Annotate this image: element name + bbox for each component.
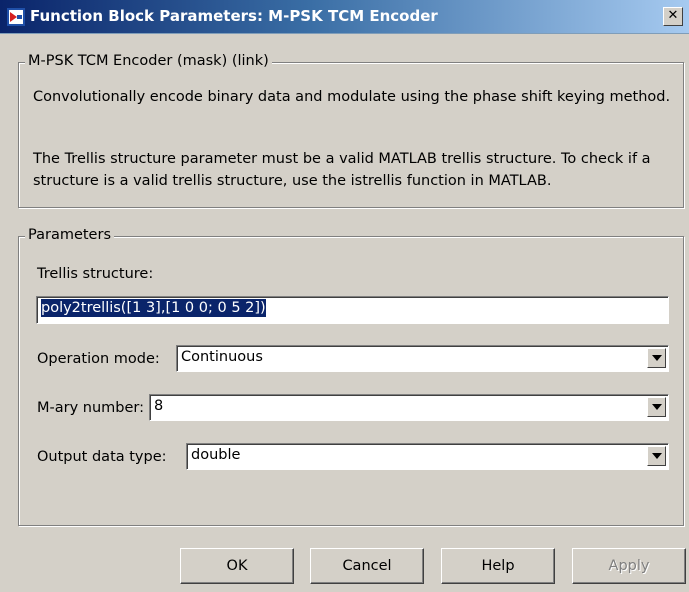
operation-mode-label: Operation mode: [37, 351, 160, 367]
parameters-legend: Parameters [25, 227, 114, 243]
ok-button[interactable]: OK [180, 548, 294, 584]
operation-mode-value: Continuous [181, 349, 263, 365]
mask-description-1: Convolutionally encode binary data and m… [33, 89, 671, 105]
trellis-structure-input[interactable]: poly2trellis([1 3],[1 0 0; 0 5 2]) [36, 296, 669, 324]
output-data-type-value: double [191, 447, 241, 463]
simulink-block-icon [7, 8, 25, 26]
mary-number-select[interactable]: 8 [149, 394, 669, 421]
chevron-down-icon[interactable] [647, 397, 666, 417]
output-data-type-select[interactable]: double [186, 443, 669, 470]
close-icon: ✕ [667, 8, 679, 23]
mary-number-label: M-ary number: [37, 400, 145, 416]
mary-number-value: 8 [154, 398, 164, 414]
output-data-type-label: Output data type: [37, 449, 167, 465]
trellis-structure-value: poly2trellis([1 3],[1 0 0; 0 5 2]) [41, 299, 266, 317]
cancel-button[interactable]: Cancel [310, 548, 424, 584]
close-button[interactable]: ✕ [663, 7, 683, 26]
mask-description-2: The Trellis structure parameter must be … [33, 151, 651, 189]
chevron-down-icon[interactable] [647, 446, 666, 466]
mask-legend: M-PSK TCM Encoder (mask) (link) [25, 53, 272, 69]
help-button[interactable]: Help [441, 548, 555, 584]
title-bar[interactable]: Function Block Parameters: M-PSK TCM Enc… [0, 0, 689, 34]
window-title: Function Block Parameters: M-PSK TCM Enc… [30, 7, 438, 25]
chevron-down-icon[interactable] [647, 348, 666, 368]
trellis-structure-label: Trellis structure: [37, 266, 154, 282]
operation-mode-select[interactable]: Continuous [176, 345, 669, 372]
apply-button[interactable]: Apply [572, 548, 686, 584]
